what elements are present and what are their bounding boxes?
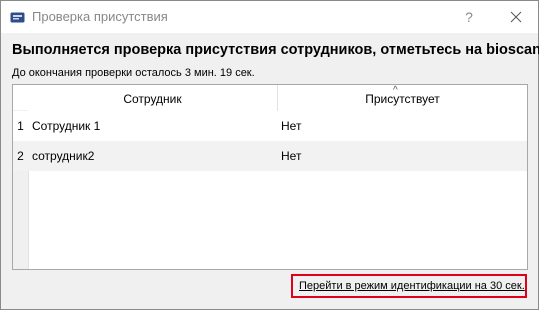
cell-employee[interactable]: Сотрудник 1 bbox=[32, 111, 100, 141]
table-row[interactable]: 1 Сотрудник 1 Нет bbox=[13, 111, 527, 141]
presence-check-dialog: Проверка присутствия ? Выполняется прове… bbox=[0, 0, 539, 310]
cell-present[interactable]: Нет bbox=[281, 141, 301, 171]
table-row[interactable]: 2 сотрудник2 Нет bbox=[13, 141, 527, 171]
close-button[interactable] bbox=[503, 7, 529, 27]
column-header-present[interactable]: Присутствует bbox=[278, 85, 527, 113]
row-number[interactable]: 2 bbox=[13, 141, 28, 171]
employees-table[interactable]: Сотрудник Присутствует ^ 1 Сотрудник 1 Н… bbox=[12, 84, 528, 270]
cell-present[interactable]: Нет bbox=[281, 111, 301, 141]
close-icon bbox=[510, 11, 522, 23]
help-button[interactable]: ? bbox=[457, 7, 481, 27]
cell-employee[interactable]: сотрудник2 bbox=[32, 141, 94, 171]
window-title: Проверка присутствия bbox=[32, 9, 168, 24]
column-header-employee[interactable]: Сотрудник bbox=[28, 85, 278, 113]
table-corner[interactable] bbox=[13, 85, 28, 110]
page-title: Выполняется проверка присутствия сотрудн… bbox=[12, 42, 539, 58]
sort-indicator-icon: ^ bbox=[393, 85, 398, 96]
identification-mode-link[interactable]: Перейти в режим идентификации на 30 сек. bbox=[299, 280, 525, 292]
countdown-text: До окончания проверки осталось 3 мин. 19… bbox=[12, 67, 255, 79]
row-number[interactable]: 1 bbox=[13, 111, 28, 141]
id-card-icon bbox=[10, 10, 25, 23]
dialog-content: Выполняется проверка присутствия сотрудн… bbox=[1, 33, 539, 309]
identification-mode-highlight: Перейти в режим идентификации на 30 сек. bbox=[291, 274, 527, 298]
title-bar: Проверка присутствия ? bbox=[1, 1, 538, 33]
